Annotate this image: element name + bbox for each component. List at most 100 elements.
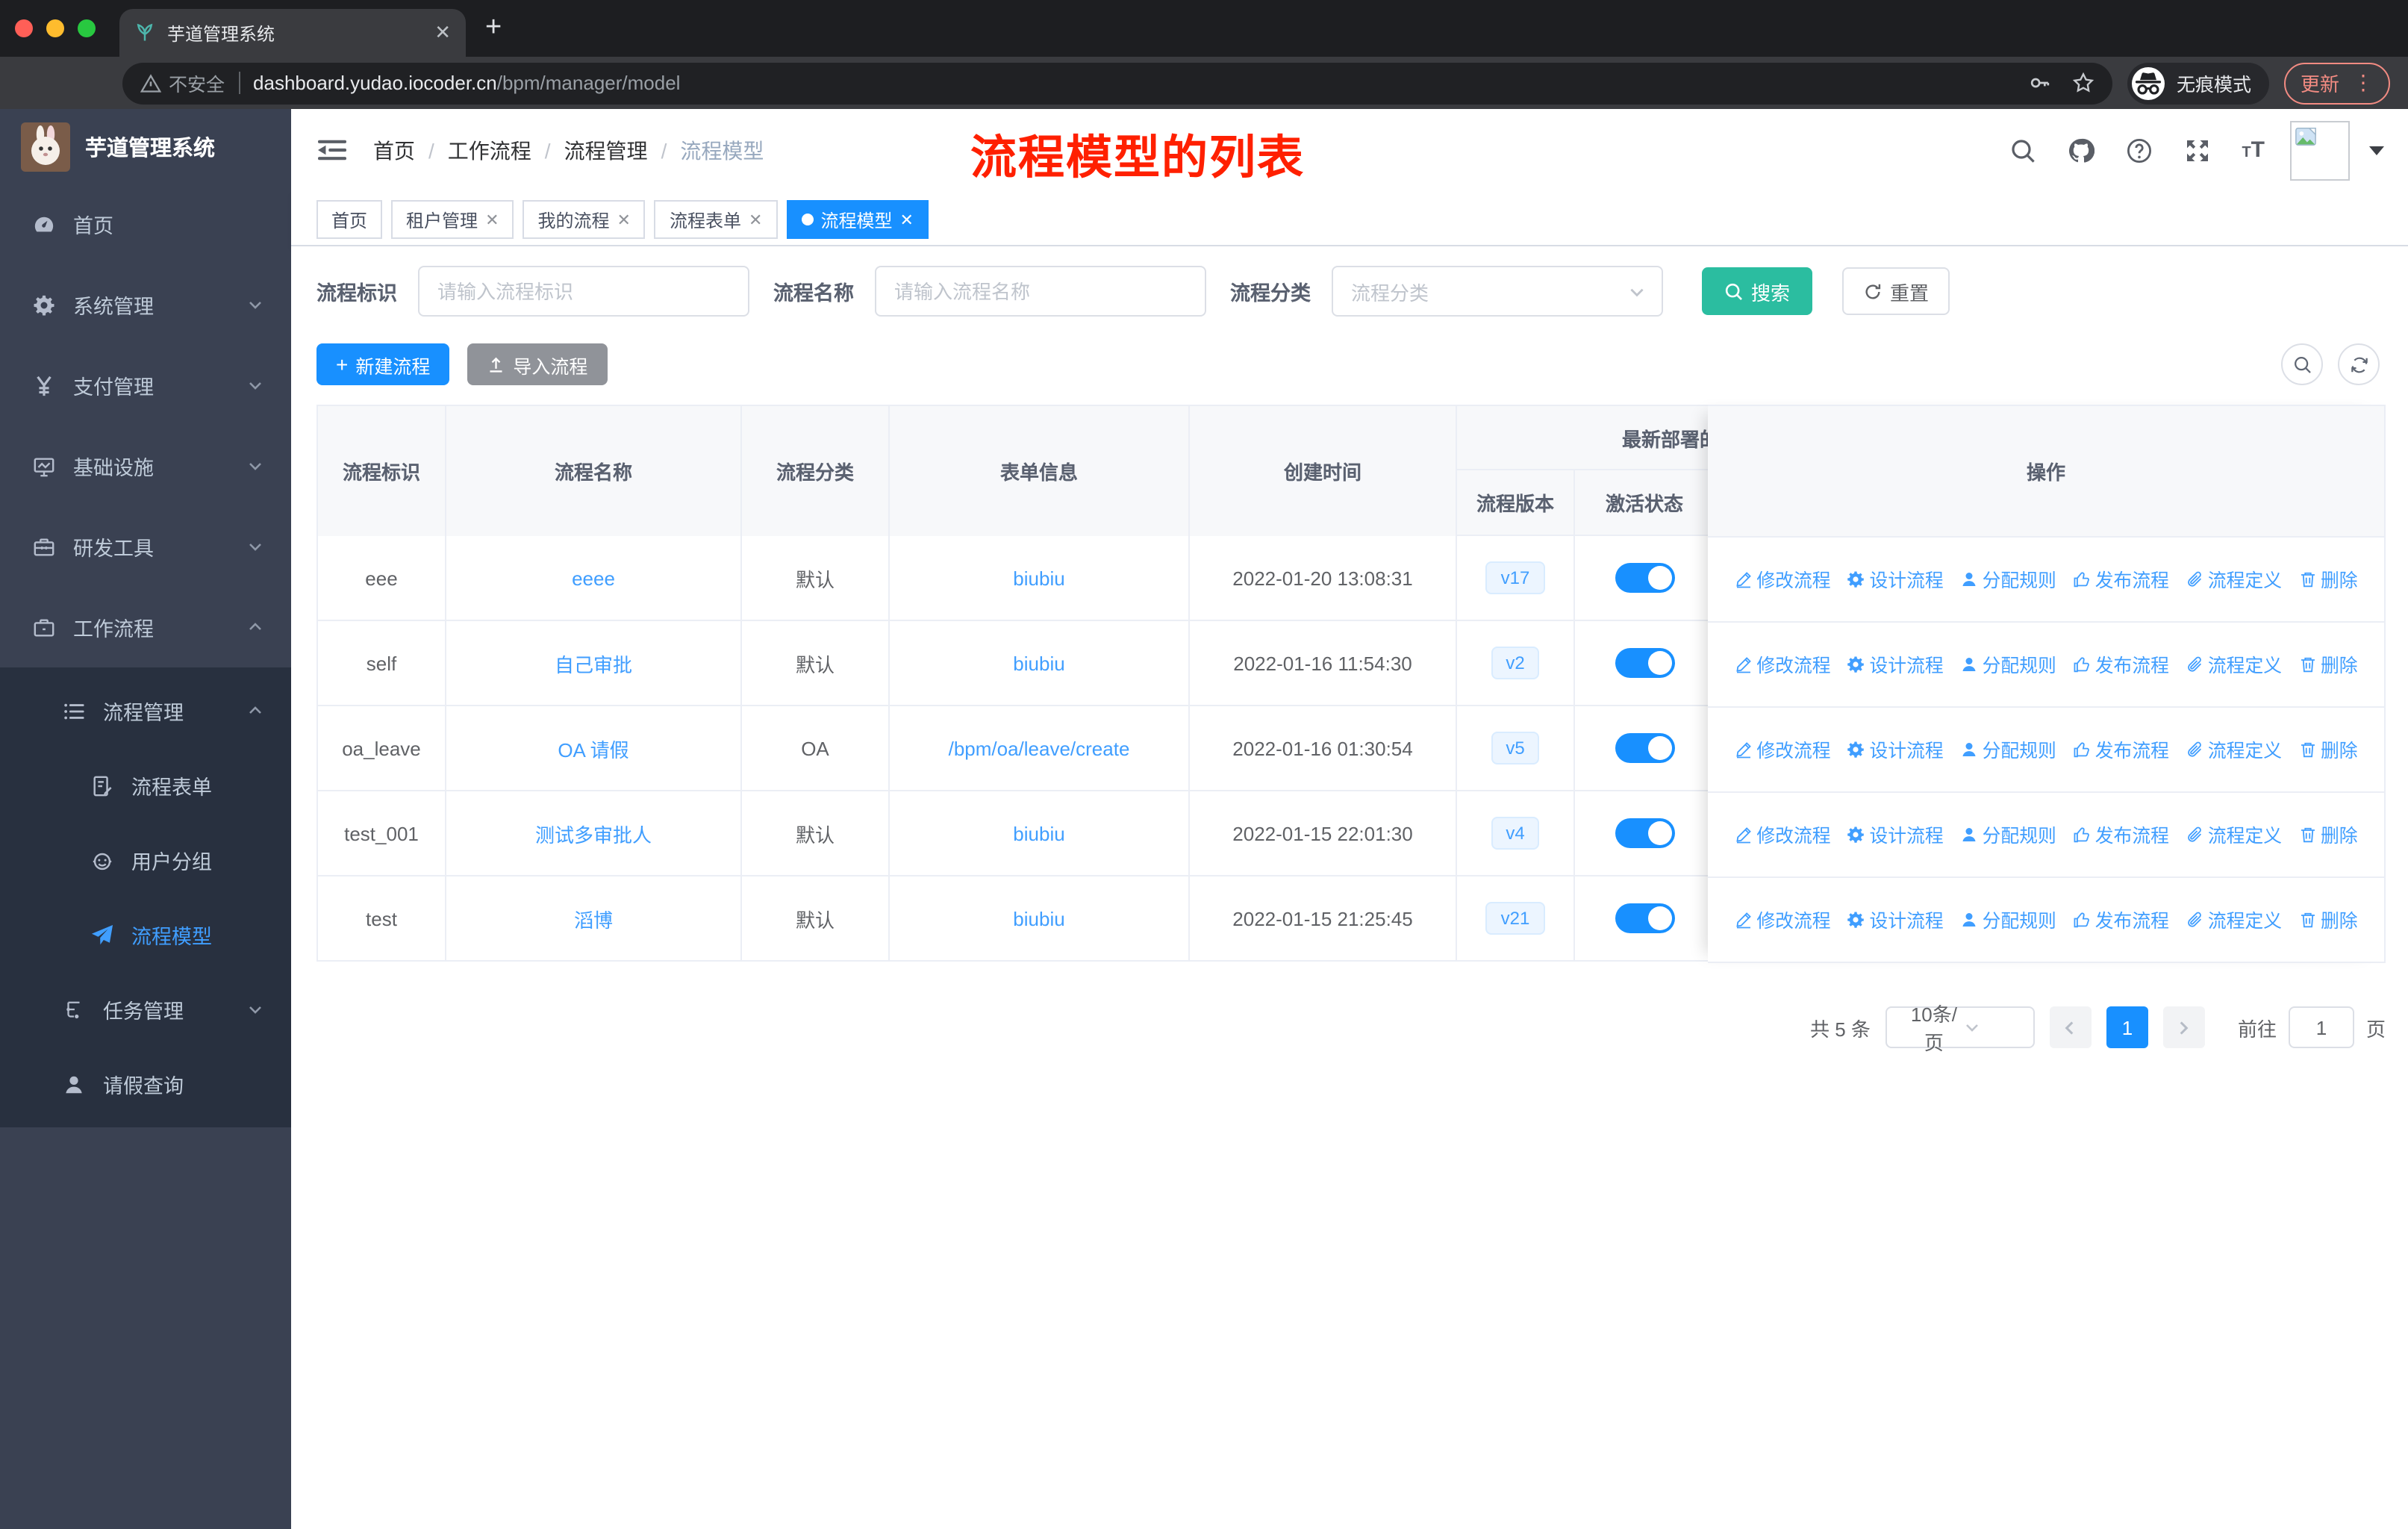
sidebar-item-1[interactable]: 系统管理 <box>0 264 291 345</box>
next-page-button[interactable] <box>2162 1006 2205 1048</box>
process-id-input[interactable] <box>418 266 749 317</box>
close-icon[interactable]: ✕ <box>749 210 762 229</box>
sidebar-item-4[interactable]: 研发工具 <box>0 506 291 587</box>
sidebar-item-10[interactable]: 任务管理 <box>0 972 291 1047</box>
action-link-1[interactable]: 设计流程 <box>1847 651 1944 678</box>
sidebar-item-5[interactable]: 工作流程 <box>0 587 291 667</box>
action-link-5[interactable]: 删除 <box>2298 821 2358 848</box>
sidebar-item-2[interactable]: 支付管理 <box>0 345 291 426</box>
avatar[interactable] <box>2290 120 2350 180</box>
action-link-0[interactable]: 修改流程 <box>1734 736 1831 763</box>
action-link-2[interactable]: 分配规则 <box>1960 736 2056 763</box>
action-link-5[interactable]: 删除 <box>2298 736 2358 763</box>
form-info-link[interactable]: biubiu <box>1013 567 1064 589</box>
action-link-4[interactable]: 流程定义 <box>2186 651 2282 678</box>
action-link-4[interactable]: 流程定义 <box>2186 566 2282 593</box>
search-icon[interactable] <box>2009 137 2036 164</box>
sidebar-item-3[interactable]: 基础设施 <box>0 426 291 506</box>
fullscreen-icon[interactable] <box>2183 137 2210 164</box>
browser-menu-icon[interactable]: ⋮ <box>2353 70 2374 96</box>
close-icon[interactable]: ✕ <box>899 210 913 229</box>
process-name-link[interactable]: 测试多审批人 <box>535 819 652 847</box>
create-process-button[interactable]: + 新建流程 <box>316 343 450 385</box>
action-link-4[interactable]: 流程定义 <box>2186 906 2282 933</box>
action-link-3[interactable]: 发布流程 <box>2073 736 2169 763</box>
app-logo[interactable]: 芋道管理系统 <box>0 109 291 184</box>
form-info-link[interactable]: biubiu <box>1013 822 1064 844</box>
tab-tag-1[interactable]: 租户管理 ✕ <box>391 200 514 239</box>
chevron-down-icon[interactable] <box>2369 146 2384 155</box>
action-link-2[interactable]: 分配规则 <box>1960 906 2056 933</box>
browser-update-button[interactable]: 更新 ⋮ <box>2283 62 2390 104</box>
tab-tag-2[interactable]: 我的流程 ✕ <box>523 200 646 239</box>
breadcrumb-item[interactable]: 工作流程 <box>448 135 531 165</box>
toggle-search-button[interactable] <box>2281 343 2323 385</box>
current-page-button[interactable]: 1 <box>2106 1006 2148 1048</box>
action-link-1[interactable]: 设计流程 <box>1847 906 1944 933</box>
action-link-3[interactable]: 发布流程 <box>2073 651 2169 678</box>
process-name-link[interactable]: 自己审批 <box>555 649 632 677</box>
process-category-select[interactable]: 流程分类 <box>1332 266 1663 317</box>
url-text[interactable]: dashboard.yudao.iocoder.cn/bpm/manager/m… <box>253 72 2029 94</box>
font-size-icon[interactable]: TT <box>2242 139 2265 161</box>
close-window-button[interactable] <box>15 19 33 37</box>
action-link-5[interactable]: 删除 <box>2298 906 2358 933</box>
action-link-0[interactable]: 修改流程 <box>1734 821 1831 848</box>
sidebar-item-8[interactable]: 用户分组 <box>0 823 291 897</box>
action-link-5[interactable]: 删除 <box>2298 566 2358 593</box>
action-link-5[interactable]: 删除 <box>2298 651 2358 678</box>
action-link-2[interactable]: 分配规则 <box>1960 651 2056 678</box>
search-button[interactable]: 搜索 <box>1702 267 1813 315</box>
action-link-4[interactable]: 流程定义 <box>2186 821 2282 848</box>
form-info-link[interactable]: biubiu <box>1013 652 1064 674</box>
sidebar-item-7[interactable]: 流程表单 <box>0 748 291 823</box>
action-link-1[interactable]: 设计流程 <box>1847 736 1944 763</box>
action-link-2[interactable]: 分配规则 <box>1960 821 2056 848</box>
action-link-2[interactable]: 分配规则 <box>1960 566 2056 593</box>
tab-tag-3[interactable]: 流程表单 ✕ <box>654 200 778 239</box>
active-toggle[interactable] <box>1615 563 1674 593</box>
maximize-window-button[interactable] <box>78 19 96 37</box>
form-info-link[interactable]: biubiu <box>1013 907 1064 929</box>
action-link-3[interactable]: 发布流程 <box>2073 906 2169 933</box>
browser-tab[interactable]: 芋道管理系统 ✕ <box>119 9 466 57</box>
active-toggle[interactable] <box>1615 903 1674 933</box>
github-icon[interactable] <box>2067 137 2094 164</box>
action-link-0[interactable]: 修改流程 <box>1734 651 1831 678</box>
sidebar-item-11[interactable]: 请假查询 <box>0 1047 291 1121</box>
page-size-select[interactable]: 10条/页 <box>1885 1003 2035 1054</box>
form-info-link[interactable]: /bpm/oa/leave/create <box>949 737 1130 759</box>
action-link-1[interactable]: 设计流程 <box>1847 566 1944 593</box>
sidebar-item-9[interactable]: 流程模型 <box>0 897 291 972</box>
sidebar-collapse-icon[interactable] <box>318 136 346 164</box>
goto-page-input[interactable] <box>2288 1006 2354 1048</box>
reset-button[interactable]: 重置 <box>1842 267 1950 315</box>
breadcrumb-item[interactable]: 首页 <box>373 135 415 165</box>
action-link-0[interactable]: 修改流程 <box>1734 566 1831 593</box>
tab-close-icon[interactable]: ✕ <box>434 21 451 45</box>
security-label[interactable]: 不安全 <box>169 69 225 97</box>
new-tab-button[interactable]: + <box>485 12 502 45</box>
breadcrumb-item[interactable]: 流程管理 <box>564 135 648 165</box>
minimize-window-button[interactable] <box>46 19 64 37</box>
import-process-button[interactable]: 导入流程 <box>467 343 608 385</box>
refresh-table-button[interactable] <box>2338 343 2380 385</box>
close-icon[interactable]: ✕ <box>617 210 631 229</box>
active-toggle[interactable] <box>1615 648 1674 678</box>
tab-tag-0[interactable]: 首页 <box>316 200 383 239</box>
active-toggle[interactable] <box>1615 818 1674 848</box>
tab-tag-4[interactable]: 流程模型 ✕ <box>786 200 929 239</box>
action-link-3[interactable]: 发布流程 <box>2073 821 2169 848</box>
help-icon[interactable] <box>2125 137 2152 164</box>
process-name-input[interactable] <box>875 266 1206 317</box>
key-icon[interactable] <box>2029 72 2051 94</box>
action-link-0[interactable]: 修改流程 <box>1734 906 1831 933</box>
process-name-link[interactable]: OA 请假 <box>558 734 628 762</box>
action-link-1[interactable]: 设计流程 <box>1847 821 1944 848</box>
prev-page-button[interactable] <box>2049 1006 2092 1048</box>
sidebar-item-6[interactable]: 流程管理 <box>0 673 291 748</box>
close-icon[interactable]: ✕ <box>485 210 499 229</box>
action-link-4[interactable]: 流程定义 <box>2186 736 2282 763</box>
active-toggle[interactable] <box>1615 733 1674 763</box>
process-name-link[interactable]: eeee <box>572 567 615 589</box>
